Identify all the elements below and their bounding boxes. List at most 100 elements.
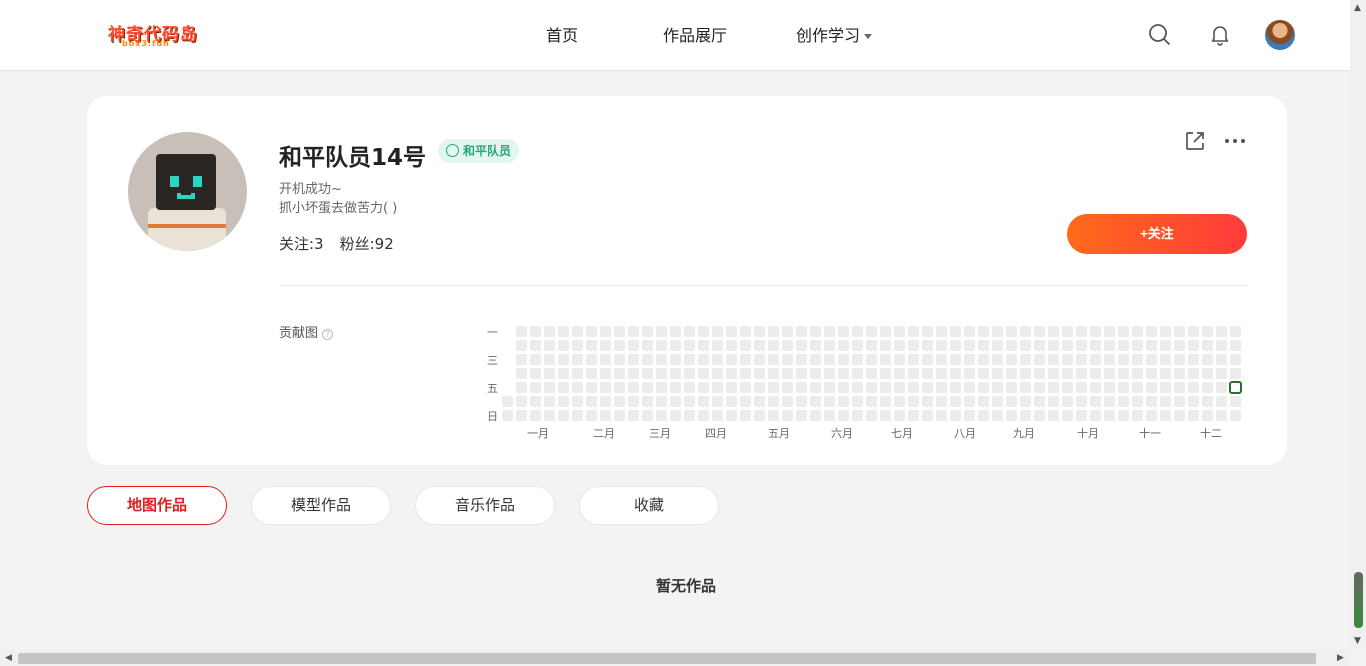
contribution-cell[interactable] bbox=[502, 410, 513, 421]
contribution-cell[interactable] bbox=[880, 354, 891, 365]
contribution-cell[interactable] bbox=[544, 410, 555, 421]
contribution-cell[interactable] bbox=[782, 326, 793, 337]
contribution-cell[interactable] bbox=[796, 326, 807, 337]
contribution-cell[interactable] bbox=[656, 354, 667, 365]
contribution-cell[interactable] bbox=[754, 396, 765, 407]
contribution-cell[interactable] bbox=[586, 326, 597, 337]
contribution-cell[interactable] bbox=[1048, 410, 1059, 421]
contribution-cell[interactable] bbox=[698, 326, 709, 337]
contribution-cell[interactable] bbox=[1104, 326, 1115, 337]
contribution-cell[interactable] bbox=[796, 340, 807, 351]
contribution-cell[interactable] bbox=[978, 410, 989, 421]
contribution-cell[interactable] bbox=[1048, 368, 1059, 379]
contribution-cell[interactable] bbox=[530, 354, 541, 365]
user-avatar[interactable] bbox=[1265, 20, 1295, 50]
contribution-cell[interactable] bbox=[810, 340, 821, 351]
contribution-cell[interactable] bbox=[1132, 368, 1143, 379]
contribution-cell[interactable] bbox=[852, 396, 863, 407]
contribution-cell[interactable] bbox=[1090, 368, 1101, 379]
contribution-cell[interactable] bbox=[558, 368, 569, 379]
followers-count[interactable]: 粉丝:92 bbox=[340, 235, 394, 253]
contribution-cell[interactable] bbox=[936, 326, 947, 337]
contribution-cell[interactable] bbox=[754, 410, 765, 421]
contribution-cell[interactable] bbox=[768, 368, 779, 379]
contribution-cell[interactable] bbox=[684, 396, 695, 407]
tab-map-works[interactable]: 地图作品 bbox=[87, 486, 227, 525]
contribution-cell[interactable] bbox=[1188, 326, 1199, 337]
contribution-cell[interactable] bbox=[922, 396, 933, 407]
contribution-cell[interactable] bbox=[894, 354, 905, 365]
contribution-cell[interactable] bbox=[894, 340, 905, 351]
contribution-cell[interactable] bbox=[950, 326, 961, 337]
contribution-cell[interactable] bbox=[950, 354, 961, 365]
contribution-cell[interactable] bbox=[1048, 326, 1059, 337]
contribution-cell[interactable] bbox=[866, 410, 877, 421]
contribution-cell[interactable] bbox=[726, 326, 737, 337]
contribution-cell[interactable] bbox=[684, 368, 695, 379]
contribution-cell[interactable] bbox=[1076, 326, 1087, 337]
contribution-cell[interactable] bbox=[1048, 340, 1059, 351]
contribution-cell[interactable] bbox=[824, 368, 835, 379]
contribution-cell[interactable] bbox=[530, 368, 541, 379]
contribution-cell[interactable] bbox=[572, 354, 583, 365]
nav-gallery[interactable]: 作品展厅 bbox=[663, 22, 727, 46]
bell-icon[interactable] bbox=[1208, 22, 1232, 46]
contribution-cell[interactable] bbox=[1090, 410, 1101, 421]
contribution-cell[interactable] bbox=[684, 410, 695, 421]
contribution-cell[interactable] bbox=[880, 410, 891, 421]
contribution-cell[interactable] bbox=[1132, 396, 1143, 407]
contribution-cell[interactable] bbox=[1174, 368, 1185, 379]
contribution-cell[interactable] bbox=[516, 410, 527, 421]
contribution-cell[interactable] bbox=[992, 382, 1003, 393]
contribution-cell[interactable] bbox=[852, 340, 863, 351]
contribution-cell[interactable] bbox=[936, 410, 947, 421]
contribution-cell[interactable] bbox=[1118, 368, 1129, 379]
contribution-cell[interactable] bbox=[992, 410, 1003, 421]
help-icon[interactable]: ? bbox=[322, 329, 334, 340]
contribution-cell[interactable] bbox=[1118, 340, 1129, 351]
contribution-cell[interactable] bbox=[516, 396, 527, 407]
contribution-cell[interactable] bbox=[1020, 340, 1031, 351]
vertical-scroll-thumb[interactable] bbox=[1354, 572, 1363, 628]
contribution-cell[interactable] bbox=[614, 396, 625, 407]
contribution-cell[interactable] bbox=[684, 340, 695, 351]
contribution-cell[interactable] bbox=[1202, 354, 1213, 365]
contribution-cell[interactable] bbox=[726, 340, 737, 351]
contribution-cell[interactable] bbox=[908, 410, 919, 421]
contribution-cell[interactable] bbox=[726, 410, 737, 421]
contribution-cell[interactable] bbox=[1174, 326, 1185, 337]
contribution-cell[interactable] bbox=[824, 410, 835, 421]
contribution-cell[interactable] bbox=[628, 368, 639, 379]
contribution-cell[interactable] bbox=[1202, 410, 1213, 421]
contribution-cell[interactable] bbox=[1076, 340, 1087, 351]
contribution-cell[interactable] bbox=[586, 382, 597, 393]
contribution-cell[interactable] bbox=[642, 410, 653, 421]
contribution-cell[interactable] bbox=[796, 354, 807, 365]
contribution-cell[interactable] bbox=[544, 382, 555, 393]
contribution-cell[interactable] bbox=[894, 326, 905, 337]
contribution-cell[interactable] bbox=[880, 396, 891, 407]
contribution-cell[interactable] bbox=[642, 354, 653, 365]
contribution-cell[interactable] bbox=[642, 396, 653, 407]
contribution-cell[interactable] bbox=[782, 368, 793, 379]
nav-home[interactable]: 首页 bbox=[546, 22, 578, 46]
contribution-cell[interactable] bbox=[838, 340, 849, 351]
contribution-cell[interactable] bbox=[782, 382, 793, 393]
contribution-cell[interactable] bbox=[824, 354, 835, 365]
contribution-cell[interactable] bbox=[614, 382, 625, 393]
contribution-cell[interactable] bbox=[1006, 326, 1017, 337]
contribution-cell[interactable] bbox=[740, 368, 751, 379]
contribution-cell[interactable] bbox=[1020, 382, 1031, 393]
contribution-cell[interactable] bbox=[1146, 382, 1157, 393]
contribution-cell[interactable] bbox=[684, 326, 695, 337]
contribution-cell[interactable] bbox=[936, 382, 947, 393]
contribution-cell[interactable] bbox=[1146, 368, 1157, 379]
contribution-cell[interactable] bbox=[978, 340, 989, 351]
contribution-cell[interactable] bbox=[740, 354, 751, 365]
contribution-cell[interactable] bbox=[600, 396, 611, 407]
contribution-cell[interactable] bbox=[978, 368, 989, 379]
contribution-cell[interactable] bbox=[1216, 340, 1227, 351]
contribution-cell[interactable] bbox=[530, 326, 541, 337]
contribution-cell[interactable] bbox=[1020, 396, 1031, 407]
contribution-cell[interactable] bbox=[656, 340, 667, 351]
